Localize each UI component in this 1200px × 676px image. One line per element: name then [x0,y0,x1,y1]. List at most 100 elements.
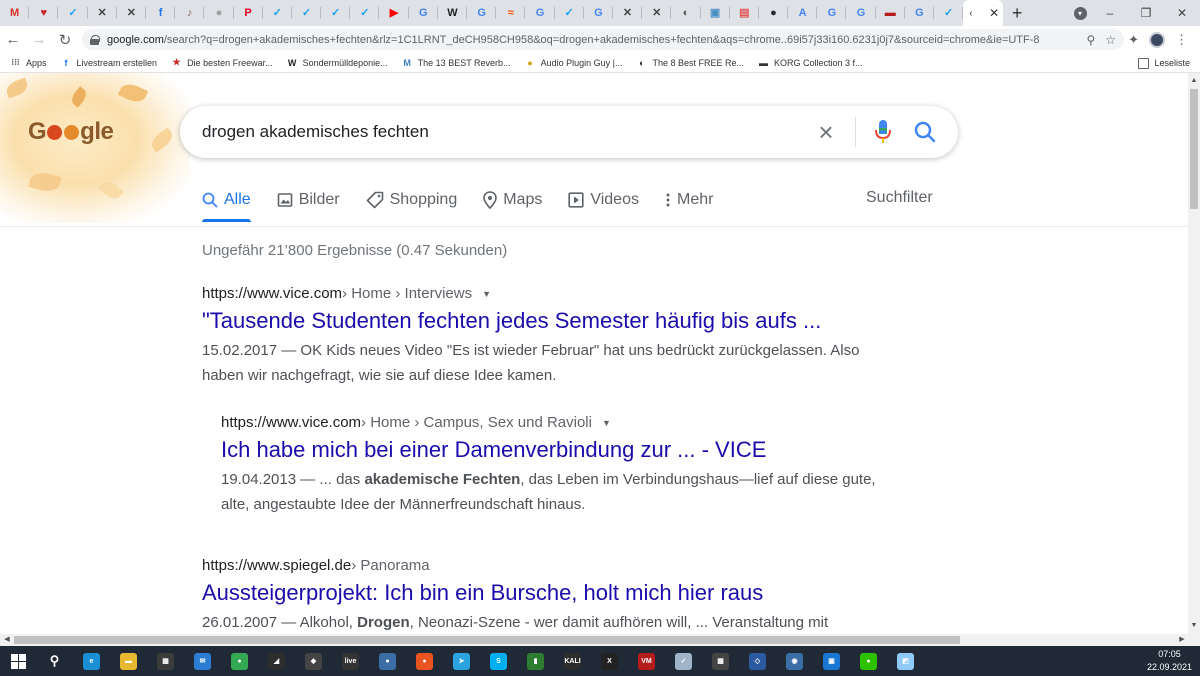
browser-tab[interactable]: G [409,0,439,26]
browser-tab[interactable]: G [584,0,614,26]
taskbar-item[interactable]: ● [850,646,887,676]
horizontal-scrollbar[interactable]: ◀ ▶ [0,634,1200,646]
taskbar-item[interactable]: ◩ [887,646,924,676]
result-url[interactable]: https://www.vice.com › Home › Campus, Se… [221,414,881,431]
tab-mehr[interactable]: Mehr [665,189,713,211]
browser-tab[interactable]: ✕ [642,0,672,26]
browser-tab[interactable]: ✕ [613,0,643,26]
search-input[interactable]: drogen akademisches fechten [202,122,811,142]
back-button[interactable]: ← [0,26,26,53]
taskbar-item[interactable]: S [480,646,517,676]
minimize-button[interactable]: – [1092,6,1128,20]
taskbar-item[interactable]: ▮ [517,646,554,676]
browser-tab[interactable]: ▶ [379,0,409,26]
google-doodle[interactable]: Ggle [0,73,190,223]
taskbar-item[interactable]: ◆ [295,646,332,676]
vertical-scrollbar[interactable]: ▲ ▼ [1188,73,1200,634]
tab-search-button[interactable]: ▾ [1068,0,1092,26]
address-bar[interactable]: google.com/search?q=drogen+akademisches+… [82,29,1124,50]
bookmark-item[interactable]: ● Audio Plugin Guy |... [525,57,622,68]
clear-icon[interactable]: × [811,117,841,148]
extensions-icon[interactable]: ✦ [1128,32,1139,48]
scroll-right-icon[interactable]: ▶ [1176,634,1188,646]
browser-tab[interactable]: A [788,0,818,26]
bookmark-item[interactable]: W Sondermülldeponie... [287,57,388,68]
bookmark-item[interactable]: ⁝⁝⁝ Apps [10,57,46,68]
browser-tab[interactable]: G [817,0,847,26]
browser-tab[interactable]: ✕ [117,0,147,26]
active-tab[interactable]: ‹ ✕ [963,0,1004,26]
browser-tab[interactable]: G [905,0,935,26]
taskbar-item[interactable]: X [591,646,628,676]
scroll-down-icon[interactable]: ▼ [1188,620,1200,632]
taskbar-item[interactable]: ● [221,646,258,676]
browser-tab[interactable]: ◐ [671,0,701,26]
browser-tab[interactable]: ✓ [350,0,380,26]
browser-tab[interactable]: ♪ [175,0,205,26]
bookmark-item[interactable]: M The 13 BEST Reverb... [402,57,510,68]
tab-videos[interactable]: Videos [568,189,639,211]
microphone-icon[interactable] [868,120,898,144]
bookmark-item[interactable]: ★ Die besten Freewar... [171,57,273,68]
browser-tab[interactable]: G [467,0,497,26]
result-url[interactable]: https://www.vice.com › Home › Interviews… [202,285,862,302]
browser-tab[interactable]: ▤ [730,0,760,26]
scroll-left-icon[interactable]: ◀ [1,634,13,646]
star-icon[interactable]: ☆ [1105,33,1116,47]
horizontal-scroll-thumb[interactable] [14,636,960,644]
tab-bilder[interactable]: Bilder [277,189,340,211]
browser-tab[interactable]: ✓ [292,0,322,26]
tab-shopping[interactable]: Shopping [366,189,457,211]
url-text[interactable]: google.com/search?q=drogen+akademisches+… [107,34,1078,46]
browser-tab[interactable]: ✓ [934,0,964,26]
browser-tab[interactable]: ≈ [496,0,526,26]
result-title-link[interactable]: "Tausende Studenten fechten jedes Semest… [202,308,862,334]
close-icon[interactable]: ✕ [989,6,999,20]
maximize-button[interactable]: ❐ [1128,6,1164,20]
chevron-down-icon[interactable]: ▼ [482,289,491,299]
taskbar-item[interactable]: KALI [554,646,591,676]
taskbar-item[interactable]: ● [369,646,406,676]
browser-tab[interactable]: ✓ [58,0,88,26]
menu-icon[interactable]: ⋮ [1175,32,1188,48]
taskbar-item[interactable]: ▬ [110,646,147,676]
close-window-button[interactable]: ✕ [1164,6,1200,20]
new-tab-button[interactable]: + [1003,0,1031,26]
browser-tab[interactable]: ▬ [876,0,906,26]
taskbar-item[interactable]: ⚲ [36,646,73,676]
lock-icon[interactable] [90,35,100,45]
taskbar-item[interactable]: ◢ [258,646,295,676]
reload-button[interactable]: ↻ [52,26,78,53]
browser-tab[interactable]: ✓ [321,0,351,26]
start-button[interactable] [0,646,36,676]
scroll-up-icon[interactable]: ▲ [1188,75,1200,87]
taskbar-item[interactable]: ✓ [665,646,702,676]
browser-tab[interactable]: G [525,0,555,26]
taskbar-item[interactable]: ▣ [813,646,850,676]
tab-maps[interactable]: Maps [483,189,542,211]
vertical-scroll-thumb[interactable] [1190,89,1198,209]
taskbar-item[interactable]: e [73,646,110,676]
taskbar-item[interactable]: ▦ [147,646,184,676]
search-box[interactable]: drogen akademisches fechten × [180,106,958,158]
browser-tab[interactable]: ✕ [88,0,117,26]
browser-tab[interactable]: P [234,0,263,26]
system-clock[interactable]: 07:05 22.09.2021 [1147,648,1192,674]
taskbar-item[interactable]: live [332,646,369,676]
taskbar-item[interactable]: ▦ [702,646,739,676]
browser-tab[interactable]: M [0,0,30,26]
search-icon[interactable] [910,121,940,143]
taskbar-item[interactable]: VM [628,646,665,676]
taskbar-item[interactable]: ➤ [443,646,480,676]
browser-tab[interactable]: ▣ [701,0,730,26]
bookmark-item[interactable]: ◐ The 8 Best FREE Re... [636,57,744,68]
result-url[interactable]: https://www.spiegel.de › Panorama [202,557,862,574]
browser-tab[interactable]: ● [204,0,234,26]
result-title-link[interactable]: Aussteigerprojekt: Ich bin ein Bursche, … [202,580,862,606]
browser-tab[interactable]: ✓ [263,0,293,26]
browser-tab[interactable]: ● [759,0,789,26]
reading-list-button[interactable]: Leseliste [1138,53,1190,73]
tab-alle[interactable]: Alle [202,189,251,222]
browser-tab[interactable]: G [846,0,876,26]
taskbar-item[interactable]: ✉ [184,646,221,676]
